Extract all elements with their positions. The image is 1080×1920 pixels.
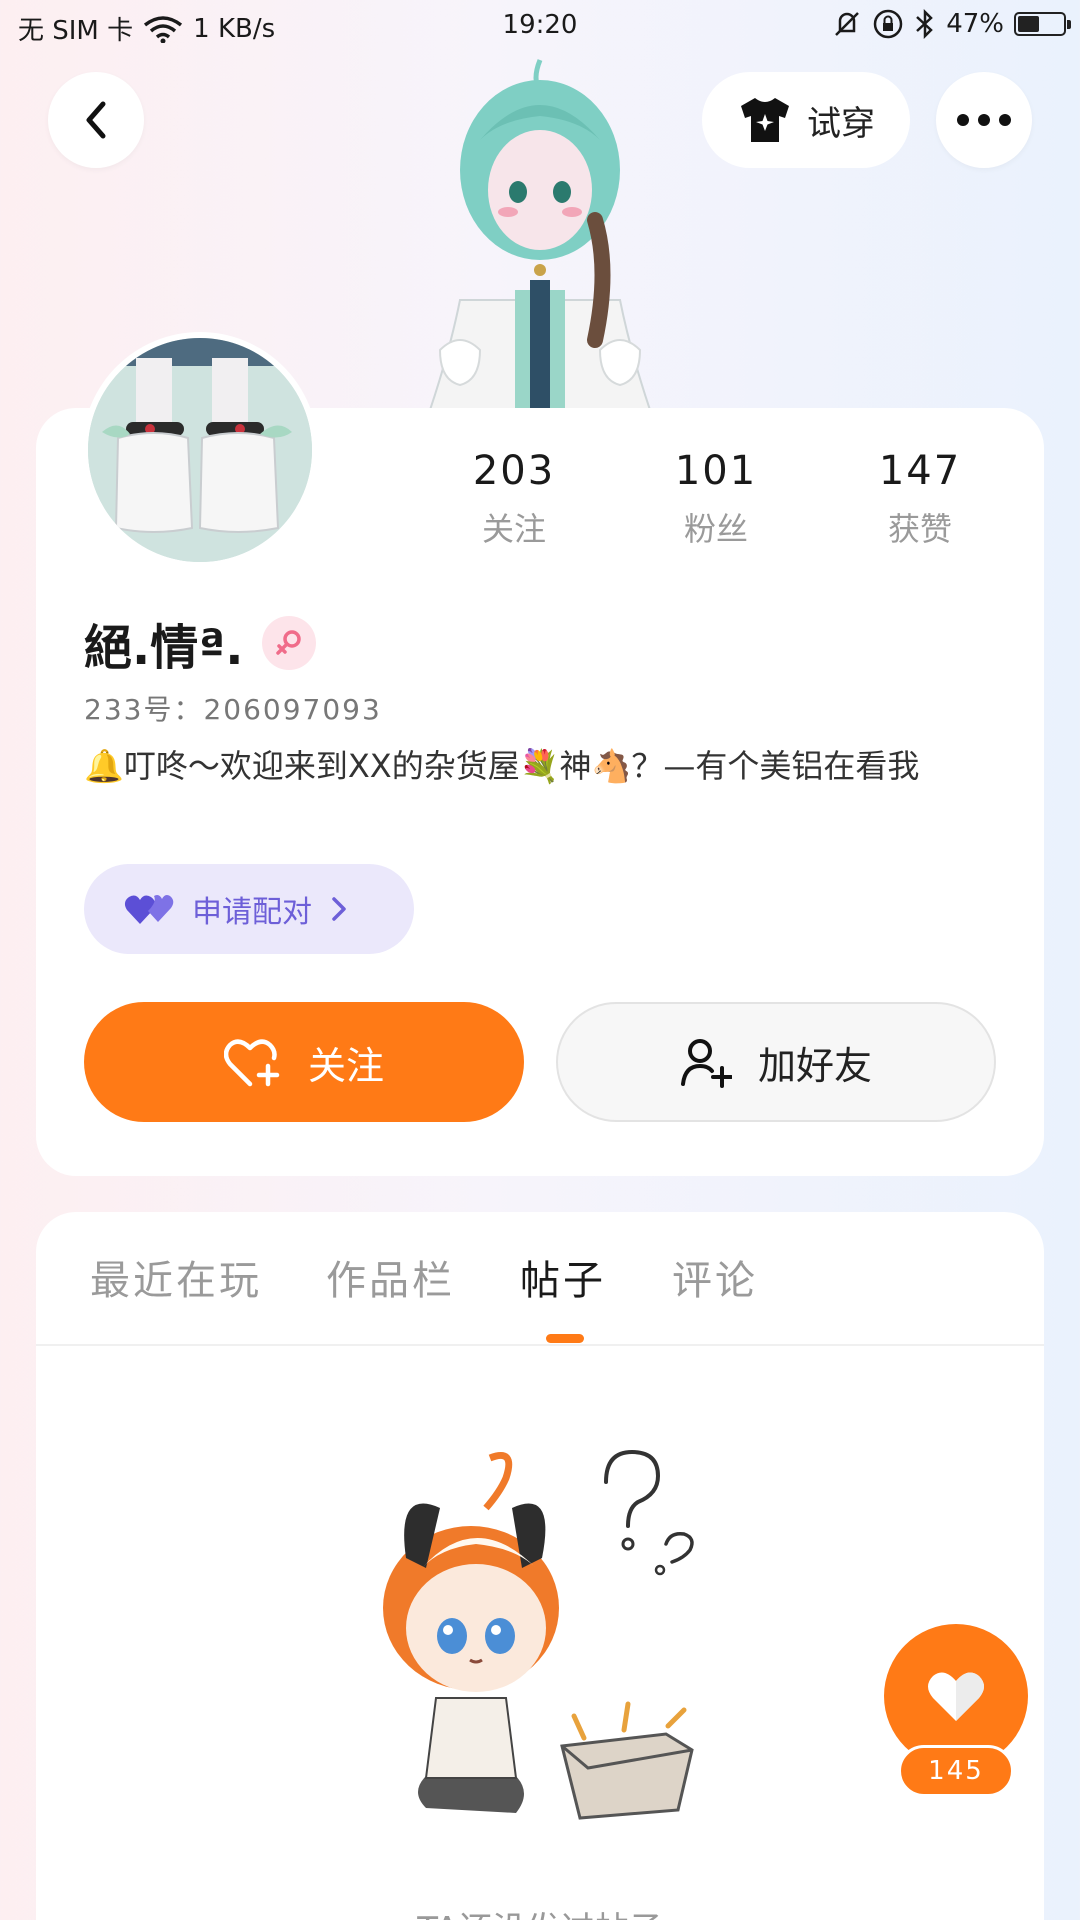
chevron-left-icon xyxy=(86,101,106,139)
tab-comments[interactable]: 评论 xyxy=(672,1248,758,1306)
battery-icon xyxy=(1014,12,1071,36)
chevron-right-icon xyxy=(332,897,346,921)
battery-percent: 47% xyxy=(946,9,1004,39)
profile-tabs: 最近在玩 作品栏 帖子 评论 xyxy=(36,1212,1044,1346)
user-id[interactable]: 233号：206097093 xyxy=(84,688,382,728)
hero-avatar-figure xyxy=(428,59,652,410)
more-options-button[interactable] xyxy=(936,72,1032,168)
bluetooth-icon xyxy=(916,9,934,39)
likes-count: 147 xyxy=(878,448,962,494)
try-on-label: 试穿 xyxy=(807,103,875,144)
tshirt-icon xyxy=(741,98,789,142)
stat-likes[interactable]: 147 获赞 xyxy=(850,448,990,550)
rotation-lock-icon xyxy=(873,9,903,39)
add-friend-label: 加好友 xyxy=(757,1043,872,1088)
follow-label: 关注 xyxy=(307,1043,384,1088)
user-name: 絕.情ª. xyxy=(84,620,244,676)
followers-label: 粉丝 xyxy=(683,510,748,548)
like-count-badge: 145 xyxy=(898,1745,1014,1797)
avatar[interactable] xyxy=(82,332,318,568)
stat-followers[interactable]: 101 粉丝 xyxy=(646,448,786,550)
female-gender-icon xyxy=(261,616,316,670)
apply-pair-button[interactable]: 申请配对 xyxy=(84,864,414,954)
empty-state-illustration xyxy=(383,1449,694,1820)
empty-state-text: TA还没发过帖子 xyxy=(36,1902,1044,1920)
follow-button[interactable]: 关注 xyxy=(84,1002,524,1122)
status-right: 47% xyxy=(832,8,1071,40)
more-dots-icon xyxy=(957,114,1011,126)
try-on-button[interactable]: 试穿 xyxy=(702,72,910,168)
stat-following[interactable]: 203 关注 xyxy=(444,448,584,550)
content-card: 最近在玩 作品栏 帖子 评论 TA还没发过帖子 xyxy=(36,1212,1044,1920)
add-friend-button[interactable]: 加好友 xyxy=(556,1002,996,1122)
name-row: 絕.情ª. xyxy=(84,608,316,678)
avatar-artwork xyxy=(88,338,312,562)
user-bio: 🔔叮咚～欢迎来到XX的杂货屋💐神🐴？—有个美铝在看我 xyxy=(84,747,920,785)
tab-works[interactable]: 作品栏 xyxy=(326,1248,455,1306)
profile-stats: 203 关注 101 粉丝 147 获赞 xyxy=(440,448,1000,568)
tab-posts[interactable]: 帖子 xyxy=(520,1248,606,1306)
add-user-icon xyxy=(680,1039,732,1088)
mute-icon xyxy=(835,12,860,36)
apply-pair-label: 申请配对 xyxy=(192,895,312,930)
active-tab-indicator xyxy=(546,1334,584,1343)
back-button[interactable] xyxy=(48,72,144,168)
double-heart-icon xyxy=(124,895,174,924)
avatar-image xyxy=(88,338,312,562)
heart-icon xyxy=(928,1672,984,1721)
tab-recently-played[interactable]: 最近在玩 xyxy=(90,1248,262,1306)
following-count: 203 xyxy=(472,448,556,494)
heart-plus-icon xyxy=(223,1039,280,1087)
likes-label: 获赞 xyxy=(887,510,952,548)
battery-fill xyxy=(1018,16,1039,32)
following-label: 关注 xyxy=(481,510,546,548)
followers-count: 101 xyxy=(674,448,758,494)
status-bar: 无 SIM 卡 1 KB/s 19:20 47% xyxy=(0,0,1080,52)
